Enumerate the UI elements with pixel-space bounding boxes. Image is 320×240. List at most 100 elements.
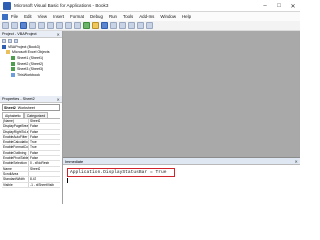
menu-window[interactable]: Window — [160, 14, 176, 19]
object-type: Worksheet — [17, 105, 35, 110]
text-caret — [67, 178, 68, 183]
tree-item-label: ThisWorkbook — [17, 72, 40, 77]
property-value[interactable] — [29, 172, 30, 176]
save-icon[interactable] — [20, 22, 27, 29]
properties-grid: (Name) Sheet2 DisplayPageBreaks False Disp… — [2, 118, 60, 188]
object-dropdown[interactable]: Sheet2 Worksheet — [2, 104, 60, 111]
excel-view-icon[interactable] — [2, 13, 8, 20]
view-excel-icon[interactable] — [2, 22, 9, 29]
workbook-icon — [11, 72, 15, 77]
maximize-button[interactable]: □ — [272, 0, 286, 12]
property-key: EnableCalculation — [3, 140, 29, 145]
project-explorer: Project - VBAProject ✕ VBAProject (Book3… — [0, 31, 63, 96]
sheet-icon — [11, 61, 15, 66]
menu-tools[interactable]: Tools — [123, 14, 133, 19]
property-key: DisplayRightToLeft — [3, 129, 29, 134]
cut-icon[interactable] — [29, 22, 36, 29]
tab-alphabetic[interactable]: Alphabetic — [2, 112, 24, 118]
object-name: Sheet2 — [4, 105, 16, 110]
find-icon[interactable] — [56, 22, 63, 29]
tree-item-label: Sheet2 (Sheet2) — [17, 61, 44, 66]
property-value[interactable]: 0 - xlNoRestr — [29, 161, 49, 165]
tree-item-label: VBAProject (Book3) — [8, 44, 40, 49]
sheet-icon — [11, 67, 15, 72]
sheet-icon — [11, 55, 15, 60]
window-title: Microsoft Visual Basic for Applications … — [14, 3, 109, 8]
copy-icon[interactable] — [38, 22, 45, 29]
tab-categorized[interactable]: Categorized — [23, 112, 49, 118]
window-controls: – □ ✕ — [258, 0, 300, 12]
properties-window: Properties - Sheet2 ✕ Sheet2 Worksheet A… — [0, 96, 63, 204]
project-explorer-icon[interactable] — [119, 22, 126, 29]
property-key: EnableFormatCon — [3, 145, 29, 150]
paste-icon[interactable] — [47, 22, 54, 29]
toolbox-icon[interactable] — [146, 22, 153, 29]
property-key: EnableAutoFilter — [3, 134, 29, 140]
immediate-header: Immediate ✕ — [63, 158, 300, 165]
tree-item-label: Sheet1 (Sheet1) — [17, 55, 44, 60]
folder-icon — [6, 50, 10, 55]
undo-icon[interactable] — [65, 22, 72, 29]
menu-help[interactable]: Help — [182, 14, 191, 19]
menu-bar: File Edit View Insert Format Debug Run T… — [0, 12, 300, 21]
code-workspace[interactable] — [63, 31, 300, 157]
menu-debug[interactable]: Debug — [90, 14, 103, 19]
project-icon — [2, 44, 6, 49]
project-explorer-close-icon[interactable]: ✕ — [56, 32, 62, 37]
property-key: EnableSelection — [2, 161, 29, 166]
immediate-close-icon[interactable]: ✕ — [294, 159, 300, 164]
immediate-window: Immediate ✕ Application.DisplayStatusBar… — [63, 157, 300, 204]
property-value[interactable]: False — [29, 135, 38, 139]
property-key: DisplayPageBreaks — [3, 124, 29, 129]
reset-icon[interactable] — [101, 22, 108, 29]
property-value[interactable]: True — [29, 145, 37, 149]
tree-item-label: Microsoft Excel Objects — [12, 50, 50, 55]
property-key: EnableOutlining — [2, 150, 29, 156]
project-tree: VBAProject (Book3) Microsoft Excel Objec… — [0, 44, 62, 78]
property-value[interactable]: False — [29, 156, 38, 160]
property-value[interactable]: Sheet2 — [29, 167, 40, 171]
immediate-code-line[interactable]: Application.DisplayStatusBar = True — [67, 168, 175, 177]
property-value[interactable]: True — [29, 140, 37, 144]
property-key: Name — [2, 166, 29, 171]
project-explorer-title: Project - VBAProject — [2, 32, 37, 36]
properties-header: Properties - Sheet2 ✕ — [0, 96, 62, 103]
property-key: EnablePivotTable — [3, 156, 29, 161]
menu-run[interactable]: Run — [109, 14, 117, 19]
properties-close-icon[interactable]: ✕ — [56, 97, 62, 102]
property-value[interactable]: False — [29, 130, 38, 134]
run-icon[interactable] — [83, 22, 90, 29]
standard-toolbar — [0, 21, 300, 31]
menu-edit[interactable]: Edit — [24, 14, 32, 19]
property-key: ScrollArea — [2, 171, 29, 177]
property-value[interactable]: False — [29, 124, 38, 128]
tree-item-label: Sheet3 (Sheet3) — [17, 67, 44, 72]
menu-format[interactable]: Format — [70, 14, 84, 19]
menu-insert[interactable]: Insert — [53, 14, 64, 19]
break-icon[interactable] — [92, 22, 99, 29]
properties-window-icon[interactable] — [128, 22, 135, 29]
redo-icon[interactable] — [74, 22, 81, 29]
property-value[interactable]: False — [29, 151, 38, 155]
tree-item-thisworkbook[interactable]: ThisWorkbook — [2, 72, 62, 78]
toggle-folders-icon[interactable] — [14, 39, 18, 43]
menu-add-ins[interactable]: Add-Ins — [139, 14, 154, 19]
menu-file[interactable]: File — [11, 14, 18, 19]
menu-view[interactable]: View — [38, 14, 47, 19]
property-value[interactable]: -1 - xlSheetVisib — [29, 183, 54, 187]
view-code-icon[interactable] — [2, 39, 6, 43]
title-bar: Microsoft Visual Basic for Applications … — [0, 0, 300, 12]
properties-title: Properties - Sheet2 — [2, 97, 35, 101]
property-value[interactable]: Sheet2 — [29, 119, 40, 123]
minimize-button[interactable]: – — [258, 0, 272, 12]
close-button[interactable]: ✕ — [286, 0, 300, 12]
project-explorer-header: Project - VBAProject ✕ — [0, 31, 62, 38]
property-value[interactable]: 8.43 — [29, 177, 36, 181]
property-key: (Name) — [2, 119, 29, 124]
object-browser-icon[interactable] — [137, 22, 144, 29]
design-mode-icon[interactable] — [110, 22, 117, 29]
vba-app-icon — [3, 1, 11, 10]
view-object-icon[interactable] — [8, 39, 12, 43]
property-row[interactable]: Visible -1 - xlSheetVisib — [2, 182, 60, 188]
insert-module-icon[interactable] — [11, 22, 18, 29]
